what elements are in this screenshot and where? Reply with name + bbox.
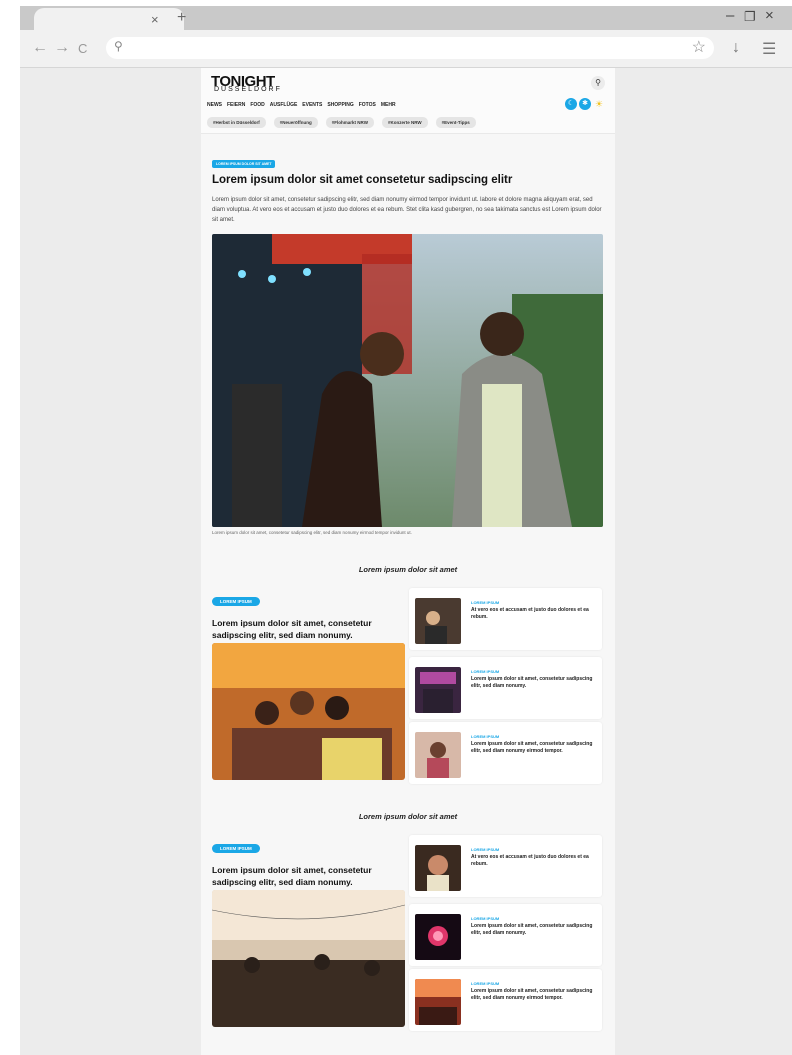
nav-item-fotos[interactable]: FOTOS (359, 102, 376, 108)
card-thumbnail[interactable] (415, 914, 461, 960)
address-bar[interactable]: ⚲ ☆ (106, 37, 714, 59)
new-tab-icon[interactable]: + (177, 9, 186, 27)
site-search-icon[interactable]: ⚲ (591, 76, 605, 90)
tag-chip[interactable]: #Herbst in Düsseldorf (207, 117, 266, 128)
minimize-icon[interactable]: – (726, 7, 734, 24)
hero-caption: Lorem ipsum dolor sit amet, consetetur s… (212, 530, 412, 535)
card-title[interactable]: Lorem ipsum dolor sit amet, consetetur s… (471, 741, 595, 755)
menu-icon[interactable]: ☰ (762, 39, 776, 59)
feature-badge: LOREM IPSUM (212, 597, 260, 606)
site-logo-sub: DÜSSELDORF (214, 86, 282, 93)
download-icon[interactable]: ↓ (732, 39, 740, 57)
nav-item-food[interactable]: FOOD (250, 102, 264, 108)
tag-chip[interactable]: #Neueröffnung (273, 117, 318, 128)
card-kicker: LOREM IPSUM (471, 734, 500, 739)
bookmark-star-icon[interactable]: ☆ (692, 37, 706, 57)
hero-badge: LOREM IPSUM DOLOR SIT AMET (212, 160, 276, 168)
tag-chip[interactable]: #Event-Tipps (435, 117, 476, 128)
main-nav: NEWS FEIERN FOOD AUSFLÜGE EVENTS SHOPPIN… (207, 102, 396, 108)
site-header: TONIGHT DÜSSELDORF ⚲ NEWS FEIERN FOOD AU… (201, 68, 615, 134)
feature-title[interactable]: Lorem ipsum dolor sit amet, consetetur s… (212, 617, 405, 641)
card-thumbnail[interactable] (415, 979, 461, 1025)
accessibility-toggle-icon[interactable]: ✱ (579, 98, 591, 110)
section-title: Lorem ipsum dolor sit amet (358, 812, 458, 821)
card-thumbnail[interactable] (415, 667, 461, 713)
card-kicker: LOREM IPSUM (471, 669, 500, 674)
card-kicker: LOREM IPSUM (471, 916, 500, 921)
nav-item-news[interactable]: NEWS (207, 102, 222, 108)
window-close-icon[interactable]: × (765, 7, 774, 24)
card-kicker: LOREM IPSUM (471, 981, 500, 986)
article-card[interactable]: LOREM IPSUM Lorem ipsum dolor sit amet, … (409, 722, 602, 784)
article-card[interactable]: LOREM IPSUM At vero eos et accusam et ju… (409, 835, 602, 897)
nav-item-shopping[interactable]: SHOPPING (327, 102, 353, 108)
hero-title[interactable]: Lorem ipsum dolor sit amet consetetur sa… (212, 174, 604, 186)
dark-mode-toggle-icon[interactable]: ☾ (565, 98, 577, 110)
tag-chip[interactable]: #Flohmarkt NRW (325, 117, 374, 128)
website-page: TONIGHT DÜSSELDORF ⚲ NEWS FEIERN FOOD AU… (201, 68, 615, 1055)
feature-article[interactable]: LOREM IPSUM Lorem ipsum dolor sit amet, … (212, 590, 405, 641)
reload-icon[interactable]: C (78, 41, 87, 56)
restore-icon[interactable]: ❐ (744, 9, 756, 25)
tab-strip: × + – ❐ × (20, 6, 792, 30)
tab-close-icon[interactable]: × (151, 12, 159, 27)
card-kicker: LOREM IPSUM (471, 600, 500, 605)
card-title[interactable]: Lorem ipsum dolor sit amet, consetetur s… (471, 988, 595, 1002)
browser-toolbar: ← → C ⚲ ☆ ↓ ☰ (20, 30, 792, 68)
address-search-icon: ⚲ (114, 39, 123, 53)
card-thumbnail[interactable] (415, 732, 461, 778)
hero-article: LOREM IPSUM DOLOR SIT AMET Lorem ipsum d… (212, 152, 604, 225)
hero-text: Lorem ipsum dolor sit amet, consetetur s… (212, 197, 602, 223)
card-title[interactable]: At vero eos et accusam et justo duo dolo… (471, 854, 595, 868)
card-kicker: LOREM IPSUM (471, 847, 500, 852)
forward-icon[interactable]: → (54, 39, 70, 57)
nav-item-ausfluege[interactable]: AUSFLÜGE (270, 102, 298, 108)
sun-icon[interactable]: ☀ (595, 99, 603, 110)
feature-title[interactable]: Lorem ipsum dolor sit amet, consetetur s… (212, 864, 405, 888)
card-title[interactable]: At vero eos et accusam et justo duo dolo… (471, 607, 595, 621)
feature-article[interactable]: LOREM IPSUM Lorem ipsum dolor sit amet, … (212, 837, 405, 888)
card-thumbnail[interactable] (415, 845, 461, 891)
tag-chip[interactable]: #Konzerte NRW (381, 117, 428, 128)
article-card[interactable]: LOREM IPSUM At vero eos et accusam et ju… (409, 588, 602, 650)
browser-tab[interactable]: × + (34, 8, 186, 30)
feature-image[interactable] (212, 890, 405, 1027)
nav-item-events[interactable]: EVENTS (302, 102, 322, 108)
article-card[interactable]: LOREM IPSUM Lorem ipsum dolor sit amet, … (409, 904, 602, 966)
card-title[interactable]: Lorem ipsum dolor sit amet, consetetur s… (471, 676, 595, 690)
hero-image[interactable] (212, 234, 603, 527)
nav-item-feiern[interactable]: FEIERN (227, 102, 245, 108)
tag-bar: #Herbst in Düsseldorf #Neueröffnung #Flo… (207, 117, 476, 128)
section-title: Lorem ipsum dolor sit amet (358, 565, 458, 574)
nav-item-mehr[interactable]: MEHR (381, 102, 396, 108)
card-title[interactable]: Lorem ipsum dolor sit amet, consetetur s… (471, 923, 595, 937)
back-icon[interactable]: ← (32, 39, 48, 57)
feature-badge: LOREM IPSUM (212, 844, 260, 853)
article-card[interactable]: LOREM IPSUM Lorem ipsum dolor sit amet, … (409, 969, 602, 1031)
feature-image[interactable] (212, 643, 405, 780)
article-card[interactable]: LOREM IPSUM Lorem ipsum dolor sit amet, … (409, 657, 602, 719)
card-thumbnail[interactable] (415, 598, 461, 644)
